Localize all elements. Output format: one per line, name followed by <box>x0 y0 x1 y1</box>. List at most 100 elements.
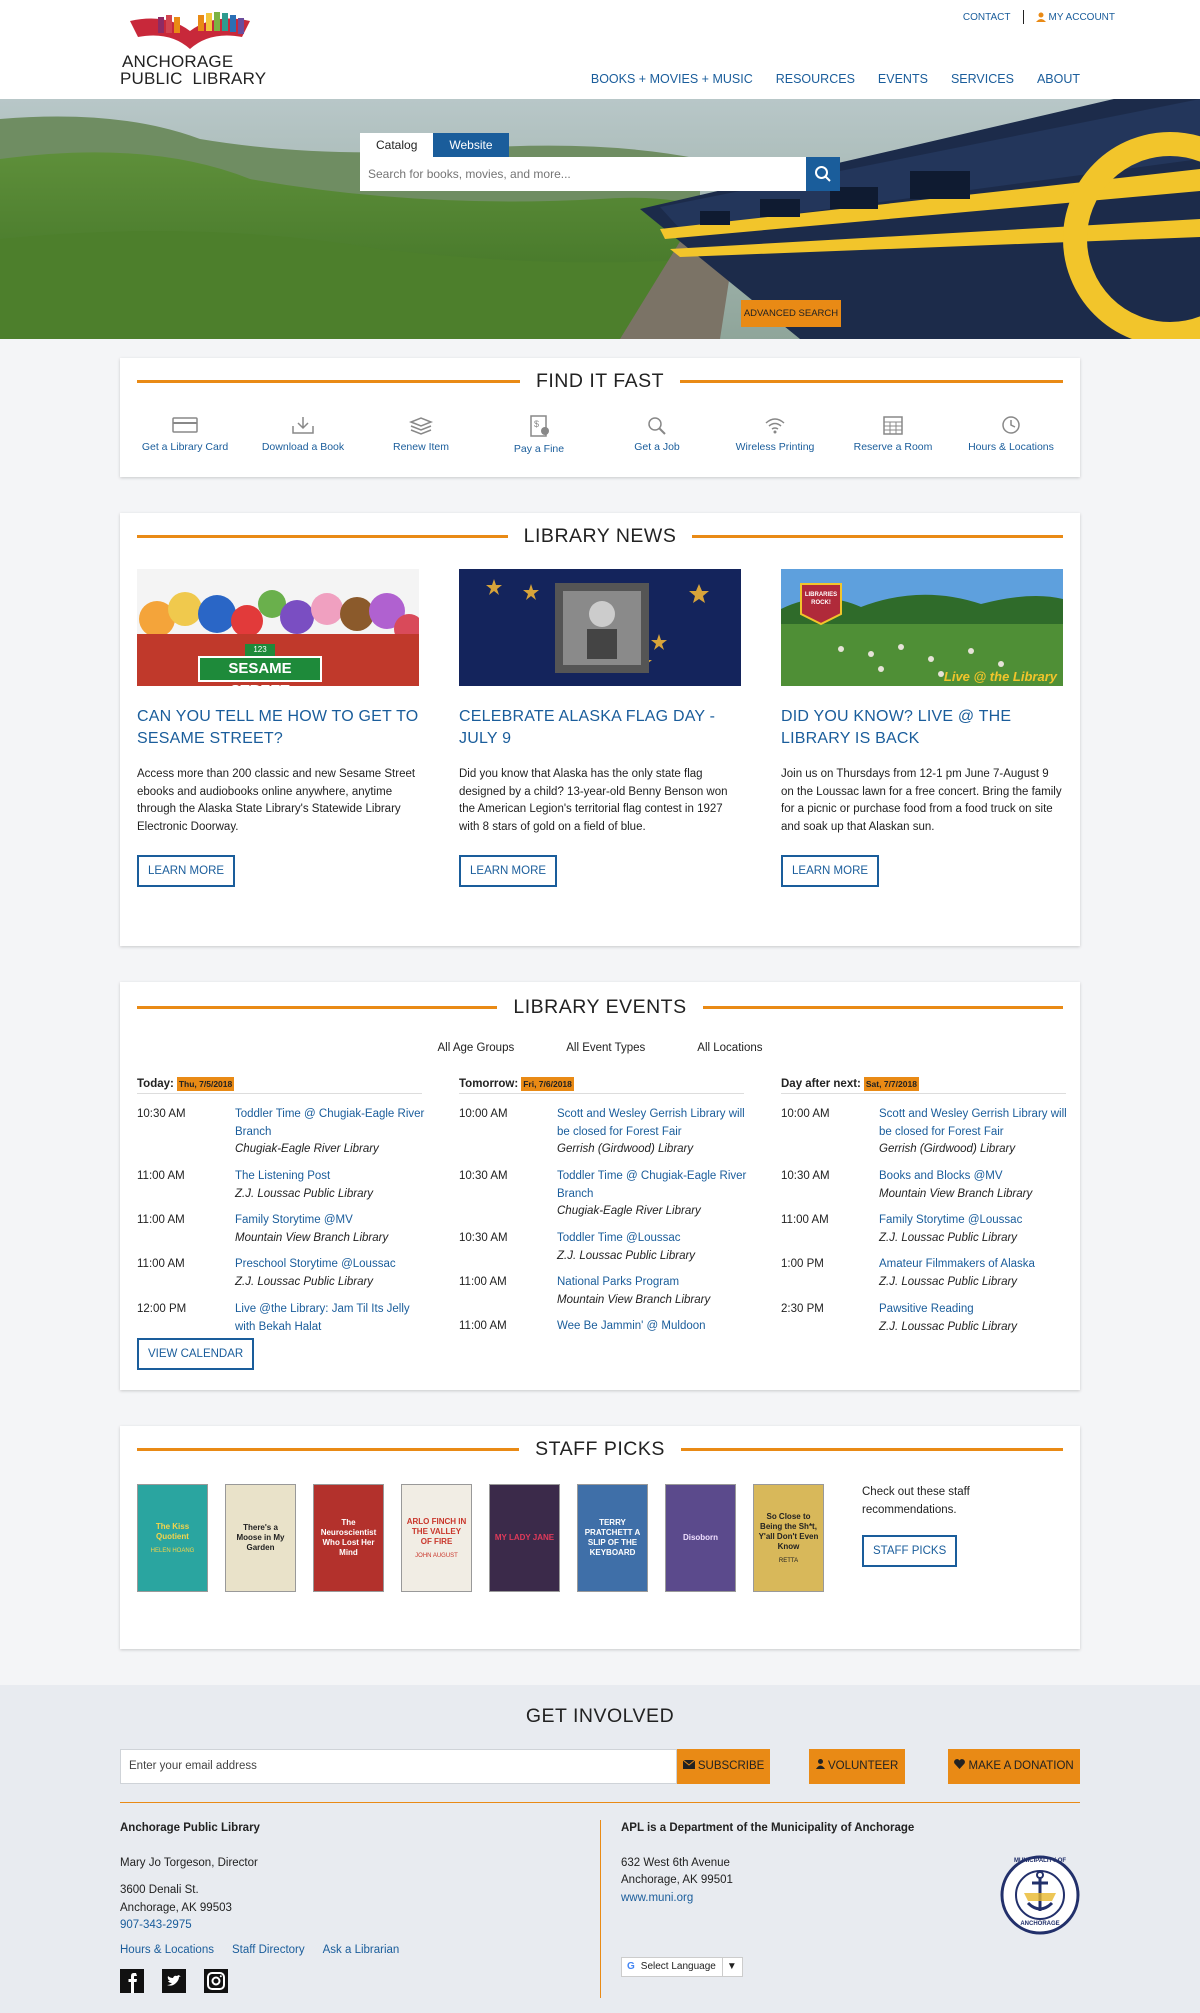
subscribe-button[interactable]: SUBSCRIBE <box>677 1749 770 1784</box>
event-time: 10:30 AM <box>459 1232 508 1244</box>
street-number: 123 <box>245 644 275 656</box>
sesame-street-label: SESAME STREET <box>228 660 292 686</box>
event-location: Gerrish (Girdwood) Library <box>879 1143 1016 1155</box>
donate-button[interactable]: MAKE A DONATION <box>948 1749 1080 1784</box>
address-line-1: 3600 Denali St. <box>120 1884 199 1896</box>
book-title: TERRY PRATCHETT A SLIP OF THE KEYBOARD <box>584 1518 641 1557</box>
event-link[interactable]: Scott and Wesley Gerrish Library will be… <box>557 1108 745 1138</box>
event-link[interactable]: Toddler Time @Loussac <box>557 1232 681 1244</box>
event-time: 11:00 AM <box>459 1320 507 1332</box>
nav-books-movies-music[interactable]: BOOKS + MOVIES + MUSIC <box>591 72 753 86</box>
address-line-2: Anchorage, AK 99503 <box>120 1901 232 1914</box>
book-cover[interactable]: MY LADY JANE <box>489 1484 560 1592</box>
book-title: Disoborn <box>682 1533 719 1542</box>
book-title: The Neuroscientist Who Lost Her Mind <box>320 1518 377 1557</box>
events-tomorrow-column: Tomorrow: Fri, 7/6/2018 10:00 AM Scott and… <box>459 1077 746 1348</box>
nav-about[interactable]: ABOUT <box>1037 72 1080 86</box>
events-day-after-column: Day after next: Sat, 7/7/2018 10:00 AM Sco… <box>781 1077 1067 1348</box>
hours-locations-link[interactable]: Hours & Locations <box>952 415 1070 453</box>
learn-more-button[interactable]: LEARN MORE <box>459 855 558 887</box>
get-library-card-link[interactable]: Get a Library Card <box>126 415 244 453</box>
download-icon <box>292 417 314 434</box>
ff-label: Get a Job <box>634 441 680 453</box>
event-link[interactable]: Toddler Time @ Chugiak-Eagle River Branc… <box>557 1170 746 1200</box>
contact-link[interactable]: CONTACT <box>963 12 1011 23</box>
news-heading[interactable]: CELEBRATE ALASKA FLAG DAY - JULY 9 <box>459 706 741 750</box>
ff-label: Hours & Locations <box>968 441 1054 453</box>
magnifier-icon <box>648 417 666 435</box>
event-link[interactable]: Wee Be Jammin' @ Muldoon <box>557 1320 706 1332</box>
event-link[interactable]: Family Storytime @Loussac <box>879 1214 1022 1226</box>
news-heading[interactable]: DID YOU KNOW? LIVE @ THE LIBRARY IS BACK <box>781 706 1063 750</box>
pay-fine-link[interactable]: $ Pay a Fine <box>480 415 598 455</box>
book-title: MY LADY JANE <box>494 1533 555 1542</box>
book-cover[interactable]: ARLO FINCH IN THE VALLEY OF FIRE JOHN AUG… <box>401 1484 472 1592</box>
ff-label: Renew Item <box>392 441 450 453</box>
nav-services[interactable]: SERVICES <box>951 72 1014 86</box>
twitter-icon[interactable] <box>162 1969 186 1993</box>
book-cover[interactable]: Disoborn <box>665 1484 736 1592</box>
book-cover[interactable]: There's a Moose in My Garden <box>225 1484 296 1592</box>
news-heading[interactable]: CAN YOU TELL ME HOW TO GET TO SESAME STR… <box>137 706 419 750</box>
book-cover[interactable]: The Kiss Quotient HELEN HOANG <box>137 1484 208 1592</box>
event-link[interactable]: Scott and Wesley Gerrish Library will be… <box>879 1108 1067 1138</box>
volunteer-button[interactable]: VOLUNTEER <box>809 1749 905 1784</box>
staff-picks-button[interactable]: STAFF PICKS <box>862 1535 958 1567</box>
search-input[interactable] <box>360 157 806 191</box>
calendar-icon <box>883 416 903 435</box>
library-logo[interactable]: ANCHORAGE PUBLIC LIBRARY <box>120 9 266 91</box>
filter-locations[interactable]: All Locations <box>697 1042 762 1054</box>
alaska-flag-image[interactable] <box>459 569 741 686</box>
instagram-icon[interactable] <box>204 1969 228 1993</box>
get-job-link[interactable]: Get a Job <box>598 415 716 453</box>
event-link[interactable]: Toddler Time @ Chugiak-Eagle River Branc… <box>235 1108 424 1138</box>
my-account-link[interactable]: MY ACCOUNT <box>1035 12 1115 23</box>
event-link[interactable]: Preschool Storytime @Loussac <box>235 1258 396 1270</box>
muni-link[interactable]: www.muni.org <box>621 1890 981 1908</box>
site-header: ANCHORAGE PUBLIC LIBRARY CONTACT MY ACCO… <box>0 0 1200 99</box>
language-select[interactable]: G Select Language ▼ <box>621 1957 743 1977</box>
filter-event-types[interactable]: All Event Types <box>566 1042 645 1054</box>
nav-events[interactable]: EVENTS <box>878 72 928 86</box>
language-label: Select Language <box>640 1961 716 1973</box>
card-icon <box>172 417 198 433</box>
event-link[interactable]: Pawsitive Reading <box>879 1303 974 1315</box>
book-author: RETTA <box>778 1558 799 1564</box>
event-time: 10:30 AM <box>459 1170 508 1182</box>
renew-item-link[interactable]: Renew Item <box>362 415 480 453</box>
event-link[interactable]: Live @the Library: Jam Til Its Jelly wit… <box>235 1303 410 1333</box>
tab-catalog[interactable]: Catalog <box>360 133 434 157</box>
book-cover[interactable]: The Neuroscientist Who Lost Her Mind <box>313 1484 384 1592</box>
ff-label: Get a Library Card <box>141 441 229 453</box>
filter-age-groups[interactable]: All Age Groups <box>438 1042 515 1054</box>
search-button[interactable] <box>806 157 840 191</box>
advanced-search-button[interactable]: ADVANCED SEARCH <box>741 300 841 327</box>
view-calendar-button[interactable]: VIEW CALENDAR <box>137 1338 255 1370</box>
live-at-library-image[interactable]: LIBRARIES ROCK! Live @ the Library <box>781 569 1063 686</box>
ask-librarian-link[interactable]: Ask a Librarian <box>323 1942 400 1960</box>
download-book-link[interactable]: Download a Book <box>244 415 362 453</box>
book-cover[interactable]: So Close to Being the Sh*t, Y'all Don't … <box>753 1484 824 1592</box>
phone-link[interactable]: 907-343-2975 <box>120 1917 580 1935</box>
staff-directory-link[interactable]: Staff Directory <box>232 1942 305 1960</box>
hours-locations-footer-link[interactable]: Hours & Locations <box>120 1942 214 1960</box>
book-cover[interactable]: TERRY PRATCHETT A SLIP OF THE KEYBOARD <box>577 1484 648 1592</box>
staff-picks-title: STAFF PICKS <box>535 1438 665 1460</box>
chevron-down-icon: ▼ <box>721 1958 737 1976</box>
event-link[interactable]: Books and Blocks @MV <box>879 1170 1003 1182</box>
tab-website[interactable]: Website <box>433 133 509 157</box>
event-link[interactable]: Family Storytime @MV <box>235 1214 353 1226</box>
event-link[interactable]: The Listening Post <box>235 1170 330 1182</box>
wireless-printing-link[interactable]: Wireless Printing <box>716 415 834 453</box>
learn-more-button[interactable]: LEARN MORE <box>781 855 880 887</box>
sesame-street-image[interactable]: SESAME STREET 123 <box>137 569 419 686</box>
event-link[interactable]: Amateur Filmmakers of Alaska <box>879 1258 1035 1270</box>
reserve-room-link[interactable]: Reserve a Room <box>834 415 952 453</box>
ff-label: Wireless Printing <box>735 441 815 453</box>
learn-more-button[interactable]: LEARN MORE <box>137 855 236 887</box>
book-logo-icon <box>130 12 250 49</box>
facebook-icon[interactable] <box>120 1969 144 1993</box>
email-field[interactable]: Enter your email address <box>120 1749 677 1784</box>
event-link[interactable]: National Parks Program <box>557 1276 679 1288</box>
nav-resources[interactable]: RESOURCES <box>776 72 855 86</box>
